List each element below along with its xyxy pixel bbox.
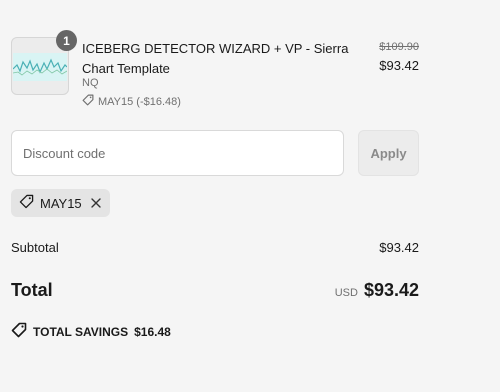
savings-tag-icon — [11, 322, 27, 341]
line-discount: MAY15 (-$16.48) — [82, 94, 181, 109]
total-amount: USD $93.42 — [335, 280, 419, 301]
total-savings: TOTAL SAVINGS $16.48 — [11, 322, 171, 341]
compare-at-price: $109.90 — [379, 41, 419, 53]
tag-icon — [19, 194, 34, 212]
line-item: 1 ICEBERG DETECTOR WIZARD + VP - Sierra … — [11, 30, 419, 108]
product-title: ICEBERG DETECTOR WIZARD + VP - Sierra Ch… — [82, 41, 349, 76]
savings-value: $16.48 — [134, 324, 171, 339]
subtotal-label: Subtotal — [11, 240, 59, 255]
discount-code-input[interactable] — [11, 130, 344, 176]
product-variant: NQ — [82, 77, 99, 89]
subtotal-value: $93.42 — [379, 240, 419, 255]
chart-thumbnail-icon — [13, 53, 67, 81]
savings-label: TOTAL SAVINGS — [33, 324, 129, 339]
applied-discount-code: MAY15 — [40, 195, 82, 211]
quantity-badge: 1 — [56, 30, 77, 51]
remove-discount-close-icon[interactable] — [90, 197, 102, 209]
line-discount-label: MAY15 (-$16.48) — [98, 95, 181, 108]
item-price: $93.42 — [379, 58, 419, 73]
total-value: $93.42 — [363, 280, 419, 300]
apply-button[interactable]: Apply — [358, 130, 419, 176]
total-label: Total — [11, 280, 53, 300]
tag-icon — [82, 94, 94, 109]
currency-code: USD — [334, 287, 358, 299]
product-thumbnail-wrapper: 1 — [11, 30, 77, 95]
applied-discount-chip: MAY15 — [11, 189, 110, 217]
